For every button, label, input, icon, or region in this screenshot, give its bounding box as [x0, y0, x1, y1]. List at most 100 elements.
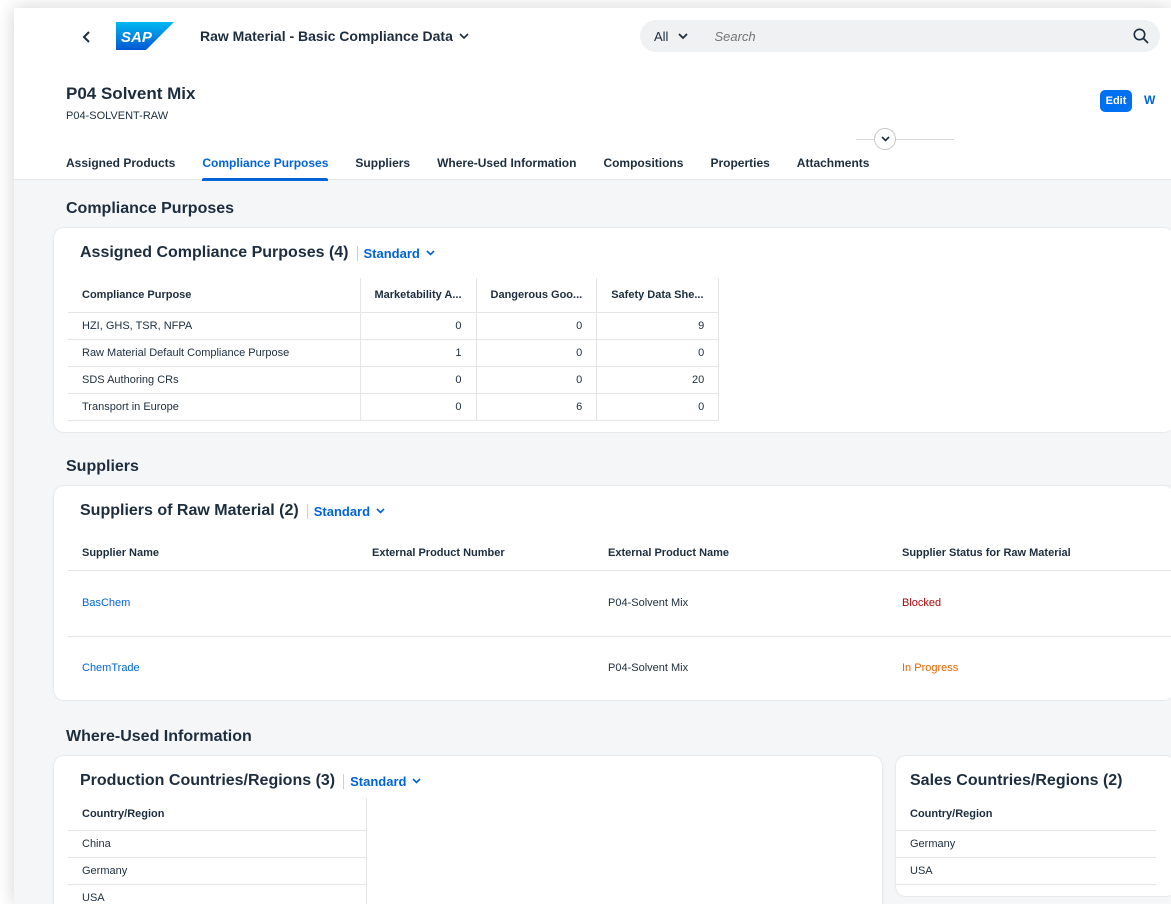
table-header-row: Country/Region — [896, 798, 1156, 831]
sales-table: Country/Region Germany USA — [896, 798, 1156, 885]
shell-bar: SAP Raw Material - Basic Compliance Data… — [14, 8, 1171, 64]
table-row[interactable]: Germany — [68, 857, 367, 885]
column-header[interactable]: Supplier Status for Raw Material — [888, 536, 1171, 571]
compliance-card: Assigned Compliance Purposes (4) Standar… — [54, 228, 1171, 432]
tab-properties[interactable]: Properties — [710, 156, 769, 180]
status-text: Blocked — [888, 570, 1171, 637]
table-row[interactable]: ChemTrade P04-Solvent Mix In Progress — [68, 636, 1171, 700]
table-cell: P04-Solvent Mix — [594, 636, 888, 700]
table-cell: 0 — [596, 393, 720, 421]
suppliers-card: Suppliers of Raw Material (2) Standard S… — [54, 486, 1171, 700]
suppliers-variant-select[interactable]: Standard — [306, 503, 385, 519]
back-button[interactable] — [76, 26, 98, 48]
table-cell: Germany — [68, 857, 367, 885]
supplier-link[interactable]: ChemTrade — [68, 636, 358, 700]
search-bar: All — [640, 20, 1160, 52]
status-text: In Progress — [888, 636, 1171, 700]
chevron-left-icon — [82, 31, 90, 43]
table-row[interactable]: HZI, GHS, TSR, NFPA 0 0 9 — [68, 312, 720, 340]
column-header[interactable]: Dangerous Goo... — [476, 278, 598, 313]
search-icon[interactable] — [1132, 27, 1150, 45]
production-table: Country/Region China Germany USA — [68, 798, 367, 904]
production-card-title: Production Countries/Regions (3) — [80, 772, 336, 789]
table-cell: 0 — [596, 339, 720, 367]
tab-assigned-products[interactable]: Assigned Products — [66, 156, 175, 180]
tab-compositions[interactable]: Compositions — [603, 156, 683, 180]
search-scope-select[interactable]: All — [654, 28, 689, 44]
column-header[interactable]: External Product Number — [358, 536, 594, 571]
table-cell: 6 — [476, 393, 598, 421]
search-scope-label: All — [654, 28, 669, 44]
table-cell — [358, 570, 594, 637]
compliance-table: Compliance Purpose Marketability A... Da… — [68, 278, 720, 421]
table-row[interactable]: China — [68, 830, 367, 858]
column-header[interactable]: Marketability A... — [360, 278, 477, 313]
table-cell: P04-Solvent Mix — [594, 570, 888, 637]
table-cell: USA — [896, 857, 1156, 885]
table-row[interactable]: USA — [68, 884, 367, 904]
sap-logo[interactable]: SAP — [116, 22, 174, 50]
more-action-button[interactable]: W — [1144, 93, 1155, 107]
table-row[interactable]: BasChem P04-Solvent Mix Blocked — [68, 570, 1171, 637]
column-header[interactable]: External Product Name — [594, 536, 888, 571]
compliance-card-title: Assigned Compliance Purposes (4) — [80, 244, 349, 261]
table-row[interactable]: SDS Authoring CRs 0 0 20 — [68, 366, 720, 394]
table-row[interactable]: Transport in Europe 0 6 0 — [68, 393, 720, 421]
app-title: Raw Material - Basic Compliance Data — [200, 28, 453, 44]
sales-card-title: Sales Countries/Regions (2) — [910, 772, 1123, 789]
search-input[interactable] — [714, 28, 1075, 44]
table-header-row: Country/Region — [68, 798, 367, 831]
svg-text:SAP: SAP — [121, 29, 153, 46]
production-card-header: Production Countries/Regions (3) Standar… — [80, 772, 422, 790]
table-cell: Raw Material Default Compliance Purpose — [68, 339, 361, 367]
tab-compliance-purposes[interactable]: Compliance Purposes — [202, 156, 329, 181]
table-cell: HZI, GHS, TSR, NFPA — [68, 312, 361, 340]
suppliers-section-title: Suppliers — [66, 458, 139, 475]
table-cell — [358, 636, 594, 700]
table-cell: 0 — [476, 339, 598, 367]
column-header[interactable]: Country/Region — [896, 798, 1156, 831]
chevron-down-icon — [412, 778, 422, 784]
object-subtitle: P04-SOLVENT-RAW — [66, 110, 169, 122]
table-row[interactable]: USA — [896, 857, 1156, 885]
object-header: P04 Solvent Mix P04-SOLVENT-RAW Edit W A… — [14, 64, 1171, 181]
table-header-row: Compliance Purpose Marketability A... Da… — [68, 278, 720, 313]
tab-where-used-information[interactable]: Where-Used Information — [437, 156, 576, 180]
variant-label: Standard — [313, 503, 371, 519]
compliance-section-title: Compliance Purposes — [66, 200, 235, 217]
suppliers-card-header: Suppliers of Raw Material (2) Standard — [80, 502, 385, 520]
supplier-link[interactable]: BasChem — [68, 570, 358, 637]
table-row[interactable]: Germany — [896, 830, 1156, 858]
table-cell: 0 — [476, 366, 598, 394]
table-cell: 0 — [360, 366, 477, 394]
header-divider — [856, 139, 954, 140]
object-title: P04 Solvent Mix — [66, 84, 196, 103]
table-cell: 0 — [360, 393, 477, 421]
chevron-down-icon — [426, 250, 435, 256]
table-row[interactable]: Raw Material Default Compliance Purpose … — [68, 339, 720, 367]
edit-button[interactable]: Edit — [1100, 90, 1132, 112]
table-cell: USA — [68, 884, 367, 904]
chevron-down-icon — [459, 32, 469, 39]
app-window: SAP Raw Material - Basic Compliance Data… — [14, 8, 1171, 904]
column-header[interactable]: Safety Data She... — [596, 278, 720, 313]
compliance-variant-select[interactable]: Standard — [356, 245, 435, 261]
table-cell: 1 — [360, 339, 477, 367]
column-header[interactable]: Supplier Name — [68, 536, 358, 571]
app-title-menu[interactable]: Raw Material - Basic Compliance Data — [200, 28, 469, 44]
variant-label: Standard — [363, 245, 420, 261]
compliance-card-header: Assigned Compliance Purposes (4) Standar… — [80, 244, 435, 262]
table-cell: Transport in Europe — [68, 393, 361, 421]
production-variant-select[interactable]: Standard — [343, 773, 422, 789]
table-cell: 20 — [596, 366, 720, 394]
tab-bar: Assigned Products Compliance Purposes Su… — [66, 156, 896, 181]
column-header[interactable]: Country/Region — [68, 798, 367, 831]
production-card: Production Countries/Regions (3) Standar… — [54, 756, 882, 904]
sales-card: Sales Countries/Regions (2) Country/Regi… — [896, 756, 1171, 896]
table-cell: 9 — [596, 312, 720, 340]
column-header[interactable]: Compliance Purpose — [68, 278, 361, 313]
tab-attachments[interactable]: Attachments — [797, 156, 870, 180]
chevron-down-icon — [376, 508, 385, 514]
tab-suppliers[interactable]: Suppliers — [355, 156, 410, 180]
collapse-header-button[interactable] — [874, 128, 896, 150]
